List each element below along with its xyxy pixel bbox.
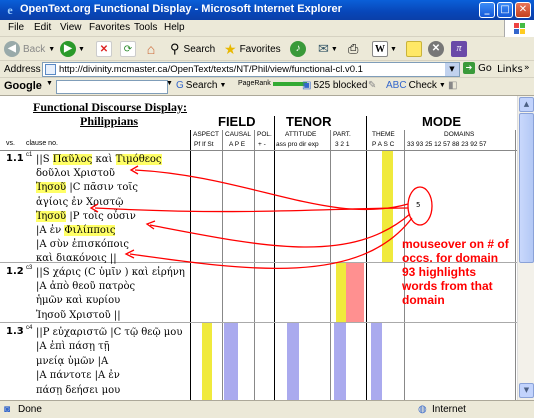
refresh-icon: ⟳ — [120, 41, 136, 57]
menu-bar: File Edit View Favorites Tools Help — [0, 20, 534, 37]
menu-view[interactable]: View — [60, 22, 82, 33]
back-arrow-icon: ◀ — [4, 41, 20, 57]
popup-blocker-icon: ▣ — [302, 80, 312, 91]
close-button[interactable]: ✕ — [515, 2, 531, 18]
stop-icon: ✕ — [96, 41, 112, 57]
star-icon: ★ — [224, 40, 237, 57]
go-button[interactable]: ➔ Go — [463, 62, 492, 74]
google-search-input[interactable] — [56, 80, 168, 94]
mail-icon: ✉ — [318, 41, 329, 56]
google-toolbar: Google ▼ ▼ G Search ▼ PageRank ▣ 525 blocke… — [0, 78, 534, 96]
media-button[interactable]: ♪ — [290, 40, 306, 58]
google-logo: Google — [4, 80, 42, 92]
word-icon: W — [372, 41, 388, 57]
pagerank-indicator: PageRank — [238, 80, 307, 87]
media-icon: ♪ — [290, 41, 306, 57]
notes-button[interactable] — [406, 40, 422, 58]
print-icon: ⎙ — [348, 41, 359, 56]
status-text: Done — [18, 404, 42, 415]
research-button[interactable]: π — [451, 40, 467, 58]
home-button[interactable]: ⌂ — [143, 40, 159, 58]
favorites-button[interactable]: ★ Favorites — [224, 40, 281, 58]
page-icon — [45, 64, 56, 75]
forward-dropdown-icon[interactable]: ▼ — [78, 46, 85, 53]
scroll-thumb[interactable] — [519, 113, 534, 263]
status-bar: ◙ Done ◍ Internet — [0, 400, 534, 418]
spell-check-button[interactable]: ABC Check ▼ — [386, 80, 446, 91]
menu-tools[interactable]: Tools — [134, 22, 157, 33]
messenger-button[interactable]: ✕ — [428, 40, 444, 58]
domain-occurrence-count[interactable]: 5 — [416, 201, 420, 209]
popup-blocker[interactable]: ▣ 525 blocked — [302, 80, 367, 91]
annotation-text: mouseover on # of occs. for domain 93 hi… — [402, 237, 509, 307]
options-button[interactable]: ◧ — [448, 80, 457, 91]
edit-word-button[interactable]: W ▼ — [372, 40, 397, 58]
address-input[interactable]: http://divinity.mcmaster.ca/OpenText/tex… — [42, 62, 460, 77]
ie-logo-icon: e — [7, 3, 13, 17]
menu-favorites[interactable]: Favorites — [89, 22, 130, 33]
address-url: http://divinity.mcmaster.ca/OpenText/tex… — [59, 64, 363, 75]
menu-edit[interactable]: Edit — [34, 22, 51, 33]
google-search-button[interactable]: G Search ▼ — [176, 80, 226, 91]
stop-button[interactable]: ✕ — [96, 40, 112, 58]
forward-arrow-icon: ▶ — [60, 41, 76, 57]
title-bar: e OpenText.org Functional Display - Micr… — [0, 0, 534, 20]
scroll-down-icon[interactable]: ▼ — [519, 383, 534, 398]
address-label: Address — [4, 64, 41, 75]
back-dropdown-icon[interactable]: ▼ — [48, 46, 55, 53]
address-dropdown-icon[interactable]: ▼ — [445, 63, 459, 76]
maximize-button[interactable]: □ — [497, 2, 513, 18]
menu-file[interactable]: File — [8, 22, 24, 33]
internet-zone-icon: ◍ — [418, 404, 427, 415]
messenger-icon: ✕ — [428, 41, 444, 57]
search-icon: ⚲ — [170, 41, 180, 56]
windows-logo-icon — [504, 20, 534, 37]
spell-check-icon: ABC — [386, 80, 407, 91]
google-search-icon: G — [176, 80, 184, 91]
home-icon: ⌂ — [146, 41, 156, 57]
go-arrow-icon: ➔ — [463, 62, 475, 74]
address-bar: Address http://divinity.mcmaster.ca/Open… — [0, 61, 534, 78]
page-done-icon: ◙ — [4, 404, 11, 415]
research-icon: π — [451, 41, 467, 57]
toolbar: ◀ Back ▼ ▶ ▼ ✕ ⟳ ⌂ ⚲ Search ★ Favorites … — [0, 37, 534, 61]
refresh-button[interactable]: ⟳ — [120, 40, 136, 58]
window-title: OpenText.org Functional Display - Micros… — [20, 3, 342, 15]
google-dropdown-icon[interactable]: ▼ — [46, 80, 53, 87]
search-button[interactable]: ⚲ Search — [170, 40, 215, 58]
links-chevron-icon[interactable]: » — [524, 63, 530, 73]
menu-help[interactable]: Help — [164, 22, 185, 33]
vertical-scrollbar[interactable]: ▲ ▼ — [517, 96, 534, 400]
page-content: Functional Discourse Display: Philippian… — [0, 96, 517, 400]
highlight-button[interactable]: ✎ — [368, 80, 376, 91]
note-icon — [406, 41, 422, 57]
forward-button[interactable]: ▶ ▼ — [60, 40, 85, 58]
zone-text: Internet — [432, 404, 466, 415]
back-button[interactable]: ◀ Back ▼ — [4, 40, 55, 58]
mail-button[interactable]: ✉ ▼ — [318, 40, 338, 58]
print-button[interactable]: ⎙ — [348, 40, 358, 58]
links-button[interactable]: Links — [497, 64, 523, 75]
scroll-up-icon[interactable]: ▲ — [519, 97, 534, 112]
minimize-button[interactable]: _ — [479, 2, 495, 18]
